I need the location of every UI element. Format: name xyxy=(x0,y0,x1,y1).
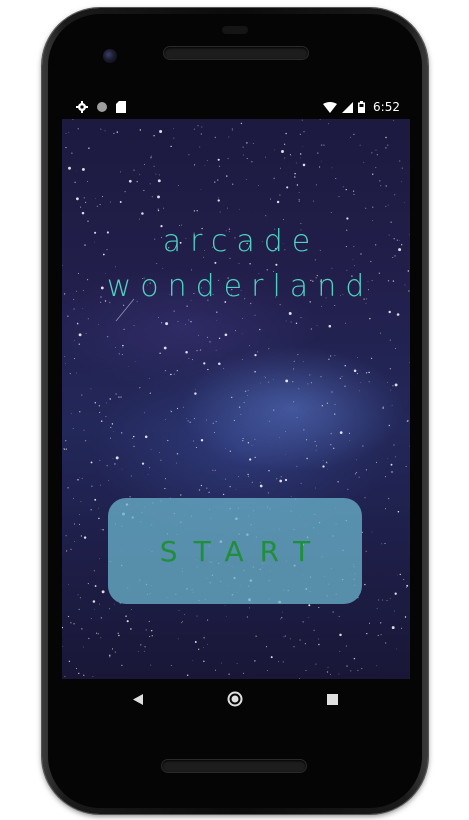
start-button-label: START xyxy=(159,534,327,568)
circle-icon xyxy=(97,102,107,112)
status-time: 6:52 xyxy=(373,100,400,114)
recents-button[interactable] xyxy=(322,689,342,709)
back-icon xyxy=(133,693,143,705)
navigation-bar xyxy=(62,679,410,719)
app-title-line-1: arcade xyxy=(162,224,320,259)
home-button[interactable] xyxy=(225,689,245,709)
start-button[interactable]: START xyxy=(108,498,362,604)
gear-icon xyxy=(76,101,88,113)
back-button[interactable] xyxy=(128,689,148,709)
sd-card-icon xyxy=(116,101,126,113)
front-camera-icon xyxy=(103,49,117,63)
home-icon xyxy=(227,691,243,707)
cell-signal-icon xyxy=(342,101,354,113)
app-title-line-2: wonderland xyxy=(106,269,374,304)
status-right-icons: 6:52 xyxy=(323,100,400,114)
bottom-speaker xyxy=(162,760,306,772)
recents-icon xyxy=(326,693,338,705)
wifi-icon xyxy=(323,101,338,113)
app-screen: arcade wonderland START xyxy=(62,119,410,679)
status-left-icons xyxy=(76,101,126,113)
battery-icon xyxy=(358,101,366,113)
top-speaker xyxy=(164,47,308,59)
earpiece xyxy=(222,26,248,34)
status-bar: 6:52 xyxy=(62,97,410,119)
